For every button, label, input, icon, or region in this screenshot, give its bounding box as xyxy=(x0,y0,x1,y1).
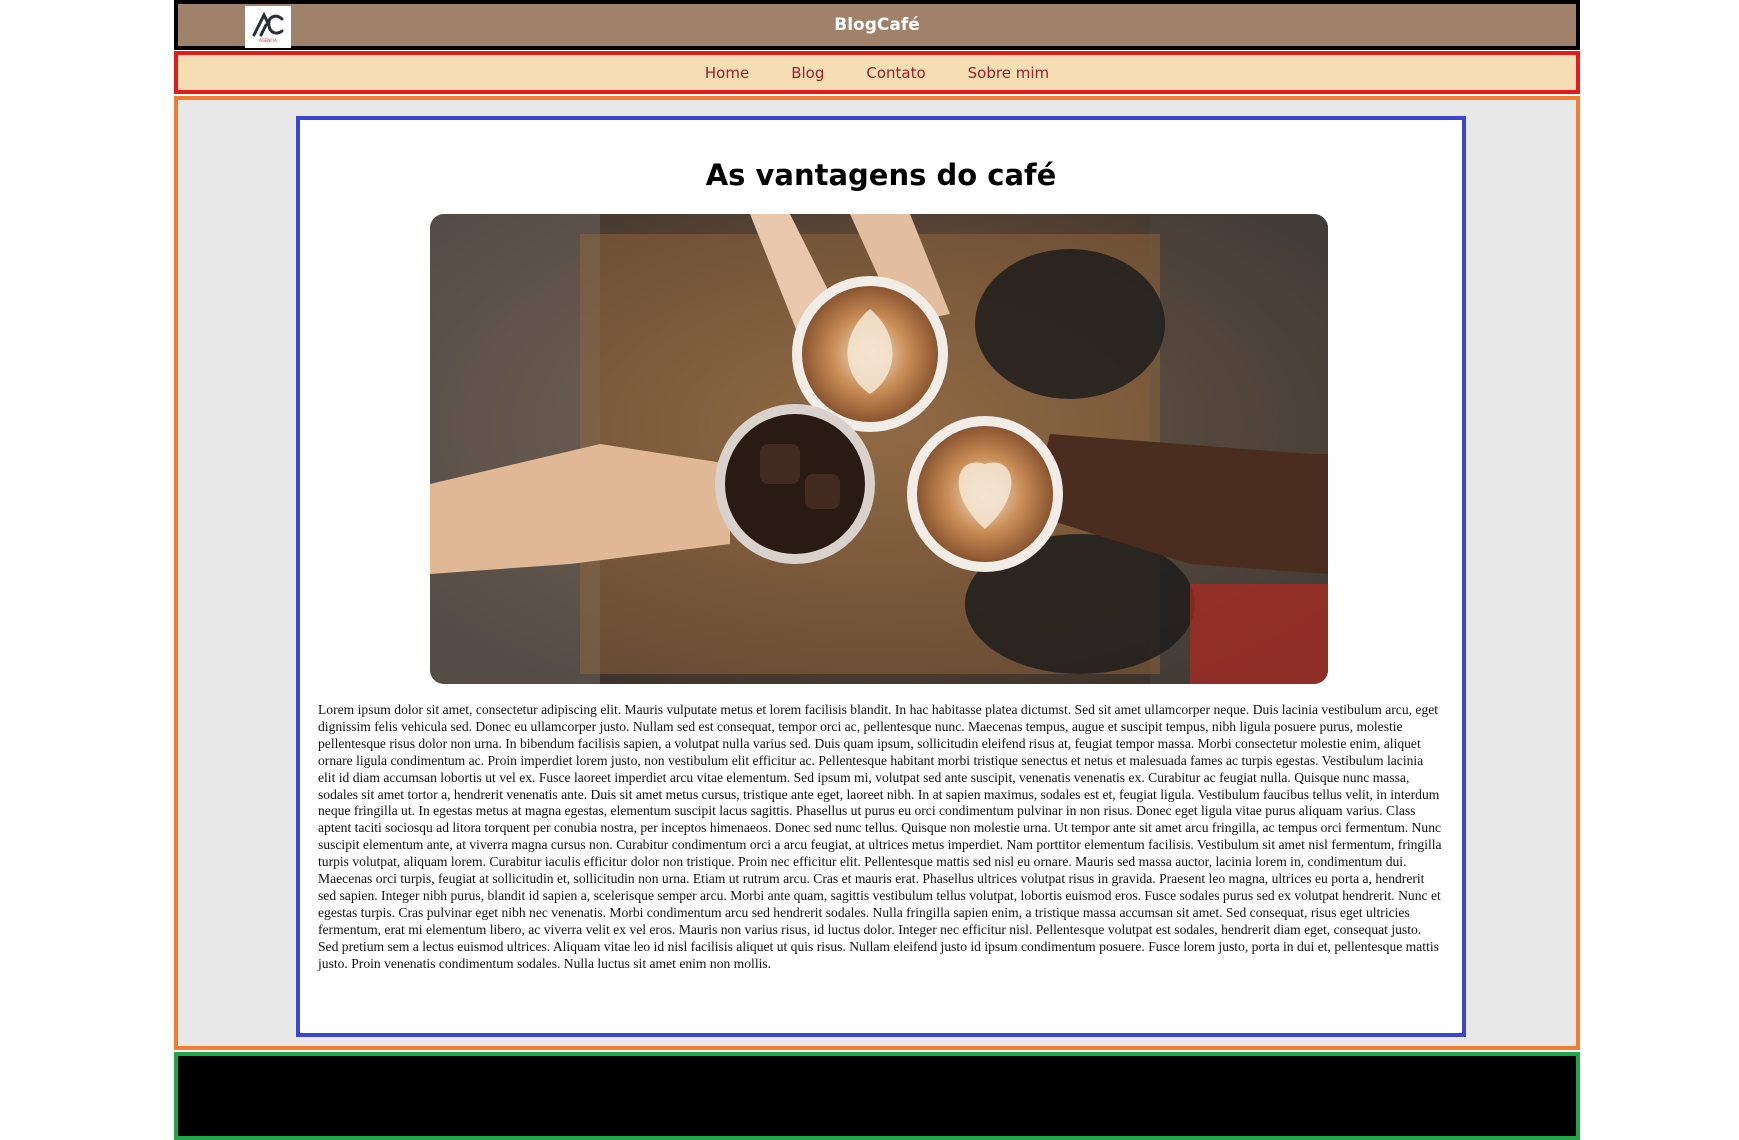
site-header: AGENCIA BlogCafé xyxy=(174,0,1580,50)
logo-subtext: AGENCIA xyxy=(259,38,277,43)
ac-logo-icon xyxy=(252,11,284,37)
site-footer xyxy=(174,1052,1580,1140)
nav-link-home[interactable]: Home xyxy=(705,62,749,84)
nav-link-blog[interactable]: Blog xyxy=(791,62,824,84)
article-body: Lorem ipsum dolor sit amet, consectetur … xyxy=(318,702,1442,971)
nav-link-sobre-mim[interactable]: Sobre mim xyxy=(968,62,1049,84)
coffee-cheers-photo xyxy=(430,214,1328,684)
article-hero-image xyxy=(430,214,1328,684)
nav-link-contato[interactable]: Contato xyxy=(866,62,925,84)
main-nav: Home Blog Contato Sobre mim xyxy=(174,51,1580,94)
article-title: As vantagens do café xyxy=(705,158,1057,192)
main-content: As vantagens do café Lorem ipsum dolor s… xyxy=(174,96,1580,1050)
site-title: BlogCafé xyxy=(834,15,920,35)
site-logo[interactable]: AGENCIA xyxy=(245,6,291,48)
blog-article: As vantagens do café Lorem ipsum dolor s… xyxy=(296,116,1466,1037)
